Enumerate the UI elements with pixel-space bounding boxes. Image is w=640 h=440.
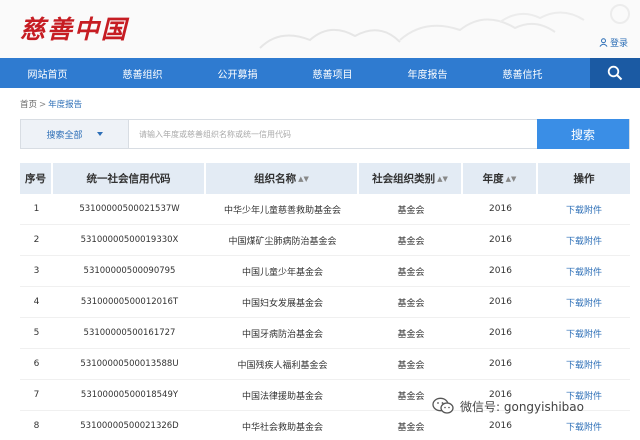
cell-index: 5 bbox=[20, 318, 53, 349]
cell-org-name: 中国残疾人福利基金会 bbox=[206, 349, 359, 380]
table-row: 6 53100000500013588U 中国残疾人福利基金会 基金会 2016… bbox=[20, 349, 630, 380]
cell-org-name: 中国牙病防治基金会 bbox=[206, 318, 359, 349]
cell-org-type: 基金会 bbox=[359, 318, 463, 349]
breadcrumb-separator: > bbox=[39, 100, 47, 110]
caret-down-icon bbox=[96, 132, 103, 136]
header-index: 序号 bbox=[20, 163, 53, 194]
cell-index: 2 bbox=[20, 225, 53, 256]
cell-org-name: 中国煤矿尘肺病防治基金会 bbox=[206, 225, 359, 256]
nav-item-trusts[interactable]: 慈善信托 bbox=[475, 58, 570, 88]
nav-item-fundraising[interactable]: 公开募捐 bbox=[190, 58, 285, 88]
cell-year: 2016 bbox=[463, 225, 538, 256]
table-header-row: 序号 统一社会信用代码 组织名称 ▲▼ 社会组织类别 ▲▼ 年度 ▲▼ 操作 bbox=[20, 163, 630, 194]
cell-year: 2016 bbox=[463, 411, 538, 440]
search-bar: 搜索全部 搜索 bbox=[20, 119, 630, 149]
download-attachment-link[interactable]: 下载附件 bbox=[566, 330, 602, 340]
login-label[interactable]: 登录 bbox=[610, 36, 628, 49]
header-credit-code: 统一社会信用代码 bbox=[53, 163, 206, 194]
cell-index: 8 bbox=[20, 411, 53, 440]
cell-index: 1 bbox=[20, 194, 53, 225]
table-row: 8 53100000500021326D 中华社会救助基金会 基金会 2016 … bbox=[20, 411, 630, 440]
table-row: 4 53100000500012016T 中国妇女发展基金会 基金会 2016 … bbox=[20, 287, 630, 318]
search-button[interactable]: 搜索 bbox=[537, 119, 629, 149]
cell-year: 2016 bbox=[463, 256, 538, 287]
login-link[interactable]: 登录 bbox=[599, 36, 628, 49]
nav-item-home[interactable]: 网站首页 bbox=[0, 58, 95, 88]
wechat-watermark: 微信号: gongyishibao bbox=[432, 397, 584, 415]
user-icon bbox=[599, 38, 608, 47]
download-attachment-link[interactable]: 下载附件 bbox=[566, 361, 602, 371]
breadcrumb-current[interactable]: 年度报告 bbox=[48, 100, 82, 110]
sort-icon[interactable]: ▲▼ bbox=[298, 175, 309, 183]
cell-credit-code: 53100000500013588U bbox=[53, 349, 206, 380]
cell-year: 2016 bbox=[463, 287, 538, 318]
download-attachment-link[interactable]: 下载附件 bbox=[566, 268, 602, 278]
nav-search-button[interactable] bbox=[590, 58, 640, 88]
cell-org-name: 中国妇女发展基金会 bbox=[206, 287, 359, 318]
breadcrumb-home[interactable]: 首页 bbox=[20, 100, 37, 110]
header-org-name[interactable]: 组织名称 ▲▼ bbox=[206, 163, 359, 194]
cell-index: 7 bbox=[20, 380, 53, 411]
sort-icon[interactable]: ▲▼ bbox=[506, 175, 517, 183]
table-row: 1 53100000500021537W 中华少年儿童慈善救助基金会 基金会 2… bbox=[20, 194, 630, 225]
download-attachment-link[interactable]: 下载附件 bbox=[566, 206, 602, 216]
table-row: 2 53100000500019330X 中国煤矿尘肺病防治基金会 基金会 20… bbox=[20, 225, 630, 256]
main-nav: 网站首页 慈善组织 公开募捐 慈善项目 年度报告 慈善信托 bbox=[0, 58, 640, 88]
cell-action: 下载附件 bbox=[538, 411, 630, 440]
cell-org-type: 基金会 bbox=[359, 225, 463, 256]
cloud-decoration bbox=[259, 4, 630, 49]
cell-year: 2016 bbox=[463, 349, 538, 380]
header-year[interactable]: 年度 ▲▼ bbox=[463, 163, 538, 194]
cell-org-name: 中华少年儿童慈善救助基金会 bbox=[206, 194, 359, 225]
cell-org-name: 中国法律援助基金会 bbox=[206, 380, 359, 411]
download-attachment-link[interactable]: 下载附件 bbox=[566, 237, 602, 247]
nav-item-annual-reports[interactable]: 年度报告 bbox=[380, 58, 475, 88]
cell-credit-code: 53100000500021326D bbox=[53, 411, 206, 440]
search-icon bbox=[607, 65, 623, 81]
cell-org-type: 基金会 bbox=[359, 411, 463, 440]
search-scope-value: 搜索全部 bbox=[46, 130, 83, 141]
cell-action: 下载附件 bbox=[538, 194, 630, 225]
cell-year: 2016 bbox=[463, 194, 538, 225]
cell-org-type: 基金会 bbox=[359, 256, 463, 287]
download-attachment-link[interactable]: 下载附件 bbox=[566, 299, 602, 309]
breadcrumb: 首页 > 年度报告 bbox=[20, 98, 82, 110]
cell-credit-code: 53100000500161727 bbox=[53, 318, 206, 349]
search-scope-select[interactable]: 搜索全部 bbox=[21, 120, 129, 148]
cell-org-type: 基金会 bbox=[359, 349, 463, 380]
header-org-type[interactable]: 社会组织类别 ▲▼ bbox=[359, 163, 463, 194]
cell-credit-code: 53100000500018549Y bbox=[53, 380, 206, 411]
cell-action: 下载附件 bbox=[538, 225, 630, 256]
site-logo[interactable]: 慈善中国 bbox=[20, 10, 128, 46]
cell-action: 下载附件 bbox=[538, 287, 630, 318]
cell-org-name: 中华社会救助基金会 bbox=[206, 411, 359, 440]
cell-org-type: 基金会 bbox=[359, 287, 463, 318]
nav-item-projects[interactable]: 慈善项目 bbox=[285, 58, 380, 88]
watermark-text: 微信号: gongyishibao bbox=[460, 399, 584, 414]
cell-index: 6 bbox=[20, 349, 53, 380]
cell-year: 2016 bbox=[463, 318, 538, 349]
cell-index: 4 bbox=[20, 287, 53, 318]
cell-action: 下载附件 bbox=[538, 318, 630, 349]
table-row: 5 53100000500161727 中国牙病防治基金会 基金会 2016 下… bbox=[20, 318, 630, 349]
cell-org-type: 基金会 bbox=[359, 194, 463, 225]
cell-credit-code: 53100000500019330X bbox=[53, 225, 206, 256]
cell-action: 下载附件 bbox=[538, 256, 630, 287]
cell-index: 3 bbox=[20, 256, 53, 287]
cell-credit-code: 53100000500012016T bbox=[53, 287, 206, 318]
table-row: 3 53100000500090795 中国儿童少年基金会 基金会 2016 下… bbox=[20, 256, 630, 287]
cell-credit-code: 53100000500090795 bbox=[53, 256, 206, 287]
cell-credit-code: 53100000500021537W bbox=[53, 194, 206, 225]
nav-item-organizations[interactable]: 慈善组织 bbox=[95, 58, 190, 88]
download-attachment-link[interactable]: 下载附件 bbox=[566, 423, 602, 433]
wechat-icon bbox=[432, 397, 454, 414]
cell-action: 下载附件 bbox=[538, 349, 630, 380]
header: 慈善中国 登录 bbox=[0, 0, 640, 58]
cell-org-name: 中国儿童少年基金会 bbox=[206, 256, 359, 287]
header-action: 操作 bbox=[538, 163, 630, 194]
sort-icon[interactable]: ▲▼ bbox=[437, 175, 448, 183]
search-input[interactable] bbox=[139, 120, 539, 148]
